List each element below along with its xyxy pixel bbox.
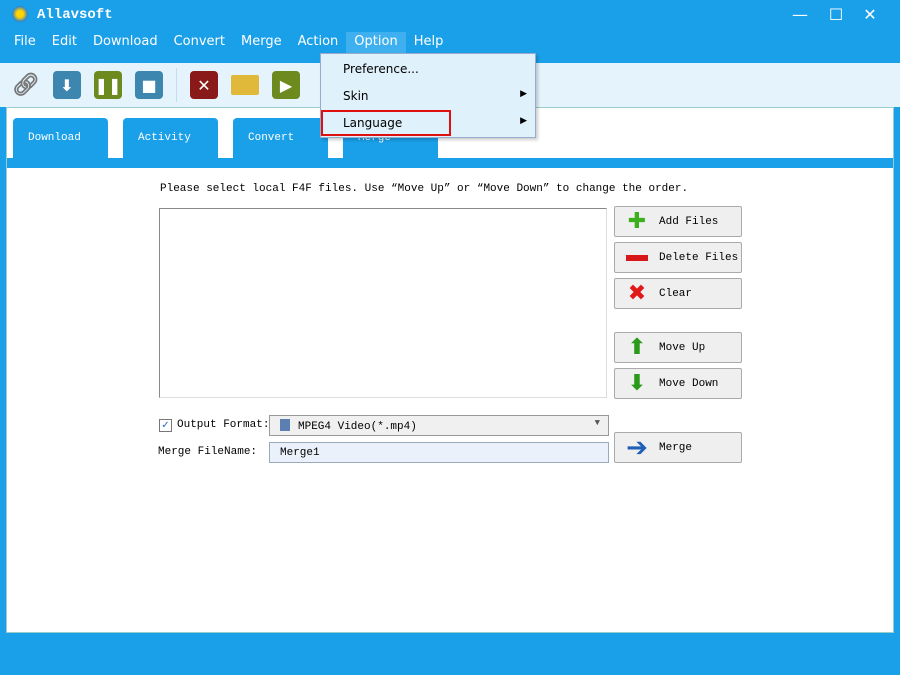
move-down-button[interactable]: ⬇ Move Down	[614, 368, 742, 399]
tab-activity[interactable]: Activity	[123, 118, 218, 158]
merge-arrow-icon: ➔	[626, 432, 648, 463]
x-icon: ✖	[627, 281, 647, 306]
menu-item-skin[interactable]: Skin ▶	[321, 83, 535, 109]
menu-action[interactable]: Action	[290, 32, 347, 54]
toolbar-separator	[176, 68, 177, 102]
play-icon[interactable]: ▶	[272, 71, 300, 99]
merge-label: Merge	[659, 441, 693, 454]
add-files-label: Add Files	[659, 215, 719, 228]
download-icon[interactable]: ⬇	[53, 71, 81, 99]
minus-icon	[615, 254, 659, 261]
menu-convert[interactable]: Convert	[166, 32, 233, 54]
merge-button[interactable]: ➔ Merge	[614, 432, 742, 463]
instructions-text: Please select local F4F files. Use “Move…	[160, 183, 689, 195]
delete-files-button[interactable]: Delete Files	[614, 242, 742, 273]
video-file-icon	[280, 419, 290, 431]
submenu-arrow-icon: ▶	[520, 116, 527, 126]
main-content: Download Activity Convert Merge Please s…	[6, 107, 894, 633]
submenu-arrow-icon: ▶	[520, 89, 527, 99]
menu-download[interactable]: Download	[85, 32, 166, 54]
pause-icon[interactable]: ❚❚	[94, 71, 122, 99]
close-button[interactable]: ✕	[857, 4, 883, 26]
arrow-up-icon: ⬆	[627, 335, 647, 360]
clear-label: Clear	[659, 287, 693, 300]
clear-button[interactable]: ✖ Clear	[614, 278, 742, 309]
skin-label: Skin	[343, 89, 369, 103]
merge-filename-label: Merge FileName:	[158, 446, 258, 458]
add-url-icon[interactable]: 🔗︎	[12, 71, 40, 99]
menu-bar: File Edit Download Convert Merge Action …	[6, 32, 451, 54]
app-title: Allavsoft	[37, 7, 113, 23]
output-format-select[interactable]: MPEG4 Video(*.mp4) ▼	[269, 415, 609, 436]
open-folder-icon[interactable]	[231, 75, 259, 95]
merge-filename-input[interactable]: Merge1	[269, 442, 609, 463]
menu-item-preference[interactable]: Preference...	[321, 56, 535, 82]
tab-strip	[7, 158, 893, 168]
highlight-box	[321, 110, 451, 136]
menu-help[interactable]: Help	[406, 32, 452, 54]
minimize-button[interactable]: —	[787, 4, 813, 26]
tab-download[interactable]: Download	[13, 118, 108, 158]
option-dropdown-menu: Preference... Skin ▶ Language ▶	[320, 53, 536, 138]
delete-files-label: Delete Files	[659, 251, 739, 264]
menu-file[interactable]: File	[6, 32, 44, 54]
move-down-label: Move Down	[659, 377, 719, 390]
app-logo-icon	[12, 6, 28, 22]
title-bar: Allavsoft — ☐ ✕	[0, 0, 900, 30]
preference-label: Preference...	[343, 62, 419, 76]
menu-merge[interactable]: Merge	[233, 32, 290, 54]
maximize-button[interactable]: ☐	[823, 4, 849, 26]
arrow-down-icon: ⬇	[627, 371, 647, 396]
move-up-button[interactable]: ⬆ Move Up	[614, 332, 742, 363]
output-format-label: Output Format:	[177, 419, 270, 431]
file-list[interactable]	[159, 208, 607, 398]
add-files-button[interactable]: ✚ Add Files	[614, 206, 742, 237]
menu-edit[interactable]: Edit	[44, 32, 85, 54]
plus-icon: ✚	[627, 209, 647, 234]
menu-option[interactable]: Option	[346, 32, 406, 54]
tab-convert[interactable]: Convert	[233, 118, 328, 158]
merge-panel: Please select local F4F files. Use “Move…	[7, 168, 893, 632]
chevron-down-icon: ▼	[594, 418, 600, 428]
delete-icon[interactable]: ✕	[190, 71, 218, 99]
status-bar	[0, 635, 900, 675]
move-up-label: Move Up	[659, 341, 706, 354]
output-format-value: MPEG4 Video(*.mp4)	[298, 421, 417, 433]
output-format-checkbox[interactable]: ✓	[159, 419, 172, 432]
stop-icon[interactable]: ■	[135, 71, 163, 99]
